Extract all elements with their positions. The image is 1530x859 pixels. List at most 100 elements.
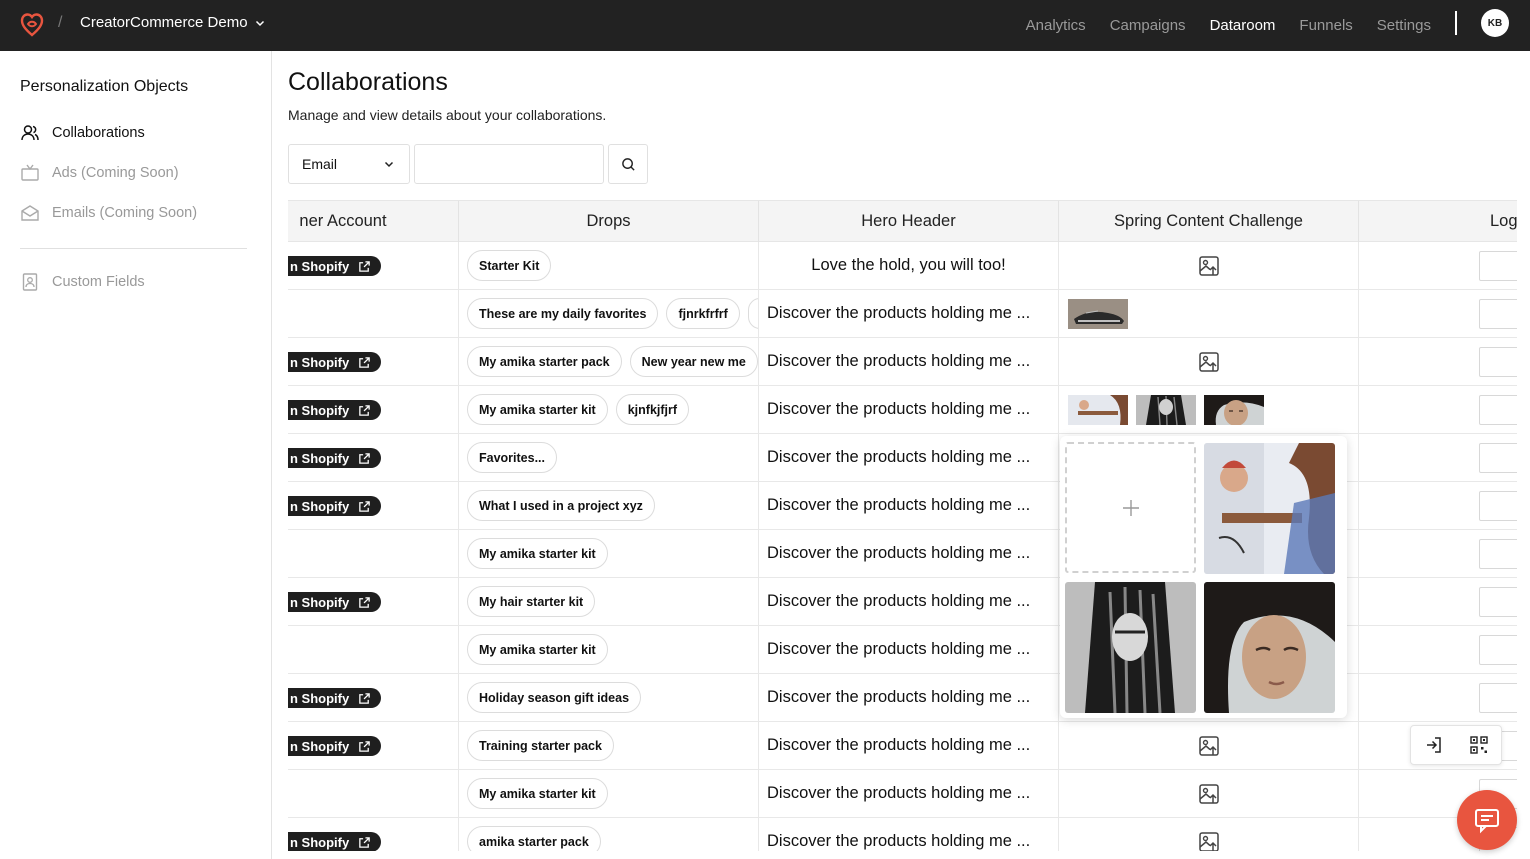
table-row[interactable]: n Shopify amika starter pack Discover the … [288, 818, 1517, 851]
cell-account [288, 626, 459, 673]
column-header-account[interactable]: ner Account [288, 201, 459, 242]
log-input[interactable] [1479, 395, 1517, 425]
cell-log [1359, 674, 1517, 721]
sidebar-item-label: Custom Fields [52, 274, 145, 290]
shopify-link-pill[interactable]: n Shopify [288, 448, 382, 468]
user-avatar[interactable]: KB [1481, 9, 1509, 37]
table-row[interactable]: My amika starter kit Discover the product… [288, 770, 1517, 818]
drop-chip[interactable]: My amika starter kit [467, 394, 608, 425]
shopify-link-pill[interactable]: n Shopify [288, 688, 382, 708]
login-icon[interactable] [1424, 735, 1444, 755]
drop-chip[interactable]: New year new me [629, 346, 758, 377]
cell-hero-header: Discover the products holding me ... [759, 770, 1059, 817]
chat-button[interactable] [1457, 790, 1517, 850]
log-input[interactable] [1479, 347, 1517, 377]
cell-account: n Shopify [288, 818, 459, 851]
tv-icon [21, 164, 39, 181]
hero-header-text: Discover the products holding me ... [767, 784, 1031, 802]
shopify-link-pill[interactable]: n Shopify [288, 400, 382, 420]
hero-header-text: Discover the products holding me ... [767, 448, 1031, 466]
log-input[interactable] [1479, 491, 1517, 521]
shopify-link-pill[interactable]: n Shopify [288, 256, 382, 276]
log-input[interactable] [1479, 683, 1517, 713]
drop-chip[interactable]: My amika starter pack [467, 346, 622, 377]
column-header-hero[interactable]: Hero Header [759, 201, 1059, 242]
log-input[interactable] [1479, 635, 1517, 665]
nav-campaigns[interactable]: Campaigns [1110, 17, 1186, 34]
shopify-link-pill[interactable]: n Shopify [288, 352, 382, 372]
table-row[interactable]: These are my daily favorites fjnrkfrfrf Di… [288, 290, 1517, 338]
nav-funnels[interactable]: Funnels [1299, 17, 1352, 34]
shopify-link-label: n Shopify [290, 450, 350, 466]
sidebar-item-label: Emails (Coming Soon) [52, 205, 198, 221]
drop-chip[interactable]: My hair starter kit [467, 586, 596, 617]
add-image-icon[interactable] [1198, 831, 1220, 852]
photo-thumbnail[interactable] [1204, 394, 1264, 425]
drop-chip[interactable]: Starter Kit [467, 250, 552, 281]
cell-log [1359, 482, 1517, 529]
table-row[interactable]: n Shopify My amika starter kit kjnfkjfjrf D… [288, 386, 1517, 434]
shopify-link-pill[interactable]: n Shopify [288, 592, 382, 612]
drop-chip[interactable]: My amika starter kit [467, 778, 608, 809]
log-input[interactable] [1479, 299, 1517, 329]
hero-header-text: Love the hold, you will too! [811, 256, 1006, 274]
media-image-1[interactable] [1204, 443, 1335, 574]
drop-chip[interactable]: My amika starter kit [467, 634, 608, 665]
photo-thumbnail[interactable] [1136, 394, 1196, 425]
log-input[interactable] [1479, 587, 1517, 617]
sidebar-item-custom-fields[interactable]: Custom Fields [20, 272, 145, 292]
log-input[interactable] [1479, 539, 1517, 569]
filter-field-select[interactable]: Email [288, 144, 410, 184]
column-header-challenge[interactable]: Spring Content Challenge [1059, 201, 1359, 242]
column-header-log[interactable]: Log [1359, 201, 1517, 242]
qr-code-icon[interactable] [1469, 735, 1489, 755]
cell-challenge-media [1059, 722, 1359, 769]
drop-chip[interactable]: Holiday season gift ideas [467, 682, 642, 713]
nav-dataroom[interactable]: Dataroom [1210, 17, 1276, 34]
nav-settings[interactable]: Settings [1377, 17, 1431, 34]
drop-chip[interactable]: kjnfkjfjrf [615, 394, 690, 425]
table-row[interactable]: n Shopify Training starter pack Discover t… [288, 722, 1517, 770]
log-input[interactable] [1479, 443, 1517, 473]
external-link-icon [359, 260, 371, 272]
shopify-link-label: n Shopify [290, 354, 350, 370]
cell-drops: My amika starter kit [459, 530, 759, 577]
sidebar-item-emails[interactable]: Emails (Coming Soon) [20, 203, 197, 223]
drop-chip[interactable]: Training starter pack [467, 730, 614, 761]
log-input[interactable] [1479, 251, 1517, 281]
add-media-tile[interactable] [1065, 442, 1196, 573]
drop-chip[interactable] [747, 298, 758, 329]
sidebar: Personalization Objects Collaborations A… [0, 51, 272, 859]
external-link-icon [359, 740, 371, 752]
sidebar-item-ads[interactable]: Ads (Coming Soon) [20, 163, 179, 183]
media-image-3[interactable] [1204, 582, 1335, 713]
drop-chip[interactable]: These are my daily favorites [467, 298, 659, 329]
drop-chip[interactable]: amika starter pack [467, 826, 601, 851]
photo-thumbnail[interactable] [1068, 394, 1128, 425]
shopify-link-label: n Shopify [290, 498, 350, 514]
shopify-link-pill[interactable]: n Shopify [288, 736, 382, 756]
add-image-icon[interactable] [1198, 735, 1220, 757]
drop-chip[interactable]: What I used in a project xyz [467, 490, 655, 521]
photo-thumbnail[interactable] [1068, 298, 1128, 329]
column-header-drops[interactable]: Drops [459, 201, 759, 242]
photo-thumbnail [1065, 582, 1196, 713]
drop-chip[interactable]: fjnrkfrfrf [666, 298, 740, 329]
photo-thumbnail [1204, 443, 1335, 574]
sidebar-item-collaborations[interactable]: Collaborations [20, 123, 145, 143]
search-input[interactable] [414, 144, 604, 184]
search-button[interactable] [608, 144, 648, 184]
shopify-link-pill[interactable]: n Shopify [288, 832, 382, 851]
drop-chip[interactable]: My amika starter kit [467, 538, 608, 569]
media-image-2[interactable] [1065, 582, 1196, 713]
add-image-icon[interactable] [1198, 783, 1220, 805]
table-row[interactable]: n Shopify Starter Kit Love the hold, you w… [288, 242, 1517, 290]
add-image-icon[interactable] [1198, 255, 1220, 277]
workspace-switcher[interactable]: CreatorCommerce Demo [80, 14, 266, 31]
brand-logo-icon[interactable] [19, 11, 45, 37]
nav-analytics[interactable]: Analytics [1026, 17, 1086, 34]
shopify-link-pill[interactable]: n Shopify [288, 496, 382, 516]
table-row[interactable]: n Shopify My amika starter pack New year n… [288, 338, 1517, 386]
drop-chip[interactable]: Favorites... [467, 442, 557, 473]
add-image-icon[interactable] [1198, 351, 1220, 373]
